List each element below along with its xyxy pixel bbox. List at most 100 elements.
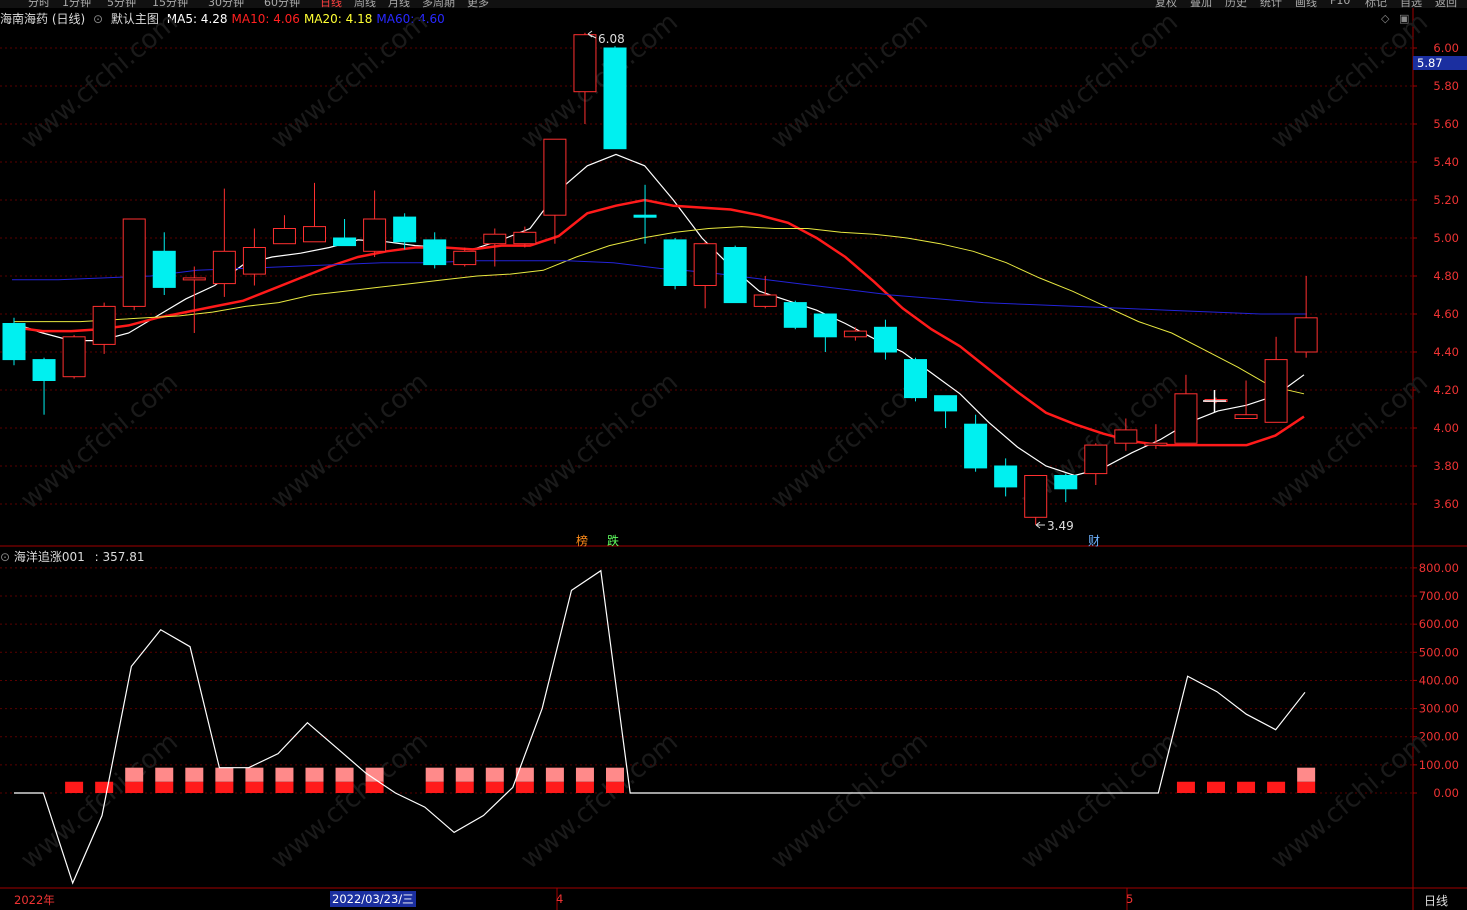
- main-y-tick-label: 3.80: [1433, 459, 1459, 473]
- candle-body: [453, 250, 477, 266]
- indicator-bar-low: [305, 781, 324, 793]
- main-y-tick-label: 5.20: [1433, 193, 1459, 207]
- main-y-tick-label: 5.60: [1433, 117, 1459, 131]
- candle-body: [1084, 444, 1108, 475]
- indicator-bar-high: [1297, 767, 1316, 782]
- indicator-bar-high: [425, 767, 444, 782]
- candle-body: [873, 326, 897, 353]
- indicator-bar-low: [215, 781, 234, 793]
- watermark: www.cfchi.com: [265, 7, 434, 155]
- main-y-tick-label: 4.20: [1433, 383, 1459, 397]
- main-y-tick-label: 6.00: [1433, 41, 1459, 55]
- current-price-label: 5.87: [1413, 56, 1467, 70]
- candle-body: [393, 216, 417, 243]
- main-y-tick-label: 4.60: [1433, 307, 1459, 321]
- indicator-bar-low: [65, 781, 84, 793]
- candle-body: [904, 359, 927, 399]
- indicator-bar-high: [485, 767, 504, 782]
- candle-body: [723, 247, 747, 304]
- candle-body: [1234, 414, 1258, 420]
- watermark: www.cfchi.com: [1015, 7, 1184, 155]
- sub-y-tick-label: 400.00: [1419, 673, 1459, 687]
- candle-body: [934, 395, 958, 412]
- candle-body: [1264, 359, 1288, 423]
- indicator-bar-low: [1207, 781, 1225, 793]
- low-price-label: 3.49: [1047, 519, 1074, 533]
- candle-body: [333, 237, 357, 247]
- indicator-bar-low: [1297, 781, 1316, 793]
- indicator-bar-high: [245, 767, 264, 782]
- date-month-5: 5: [1126, 892, 1134, 906]
- ma-line-ma20: [14, 226, 1305, 395]
- date-month-4: 4: [556, 892, 564, 906]
- watermark: www.cfchi.com: [765, 727, 934, 875]
- indicator-bar-high: [575, 767, 594, 782]
- candle-body: [423, 239, 447, 266]
- indicator-bar-high: [215, 767, 234, 782]
- candle-body: [513, 231, 537, 245]
- candle-body: [1114, 429, 1138, 444]
- indicator-bar-low: [245, 781, 264, 793]
- indicator-bar-low: [455, 781, 474, 793]
- indicator-bar-low: [606, 781, 624, 793]
- indicator-bar-high: [305, 767, 324, 782]
- candle-body: [62, 336, 86, 378]
- candle-body: [483, 233, 507, 245]
- period-label[interactable]: 日线: [1424, 892, 1448, 909]
- indicator-bar-low: [1267, 781, 1286, 793]
- sub-y-tick-label: 500.00: [1419, 645, 1459, 659]
- candle-body: [1144, 442, 1168, 446]
- main-y-tick-label: 3.60: [1433, 497, 1459, 511]
- marker-bang[interactable]: 榜: [576, 532, 588, 549]
- indicator-bar-low: [95, 781, 114, 793]
- main-y-tick-label: 4.40: [1433, 345, 1459, 359]
- candle-body: [603, 47, 627, 150]
- candle-body: [994, 465, 1018, 488]
- sub-y-tick-label: 600.00: [1419, 617, 1459, 631]
- indicator-bar-high: [606, 767, 624, 782]
- candle-body: [843, 330, 867, 338]
- main-y-tick-label: 5.00: [1433, 231, 1459, 245]
- candle-body: [1024, 475, 1048, 518]
- candle-body: [964, 423, 988, 469]
- watermark: www.cfchi.com: [1015, 727, 1184, 875]
- sub-y-tick-label: 0.00: [1433, 786, 1459, 800]
- chart-canvas[interactable]: 6.00 5.80 5.60 5.40 5.20 5.00 4.80 4.60 4.40 4.20…: [0, 0, 1467, 910]
- indicator-bar-high: [455, 767, 474, 782]
- candle-body: [303, 226, 326, 243]
- indicator-bar-high: [335, 767, 354, 782]
- watermark: www.cfchi.com: [265, 367, 434, 515]
- sub-y-tick-label: 100.00: [1419, 758, 1459, 772]
- sub-y-tick-label: 300.00: [1419, 702, 1459, 716]
- indicator-bar-high: [185, 767, 204, 782]
- marker-die[interactable]: 跌: [607, 532, 619, 549]
- candle-body: [2, 323, 26, 361]
- indicator-bar-low: [155, 781, 174, 793]
- main-y-tick-label: 5.80: [1433, 79, 1459, 93]
- indicator-bar-high: [275, 767, 294, 782]
- candle-body: [1174, 393, 1198, 444]
- marker-cai[interactable]: 财: [1088, 532, 1100, 549]
- main-y-tick-label: 4.00: [1433, 421, 1459, 435]
- sub-y-tick-label: 700.00: [1419, 589, 1459, 603]
- indicator-bar-low: [545, 781, 564, 793]
- cursor-date-label: 2022/03/23/三: [330, 891, 416, 907]
- indicator-bar-low: [335, 781, 354, 793]
- indicator-bar-low: [125, 781, 144, 793]
- candle-body: [573, 34, 597, 93]
- candle-body: [152, 250, 176, 288]
- candle-body: [753, 294, 777, 307]
- candle-body: [32, 359, 56, 382]
- main-y-tick-label: 4.80: [1433, 269, 1459, 283]
- watermark: www.cfchi.com: [515, 727, 684, 875]
- indicator-bar-low: [575, 781, 594, 793]
- indicator-line: [14, 569, 1306, 885]
- date-year-label: 2022年: [14, 893, 55, 907]
- main-y-tick-label: 5.40: [1433, 155, 1459, 169]
- ma-line-ma60: [12, 260, 1307, 315]
- candle-body: [182, 277, 206, 281]
- candle-body: [212, 250, 236, 285]
- indicator-bar-high: [515, 767, 534, 782]
- indicator-bar-low: [485, 781, 504, 793]
- sub-y-tick-label: 800.00: [1419, 561, 1459, 575]
